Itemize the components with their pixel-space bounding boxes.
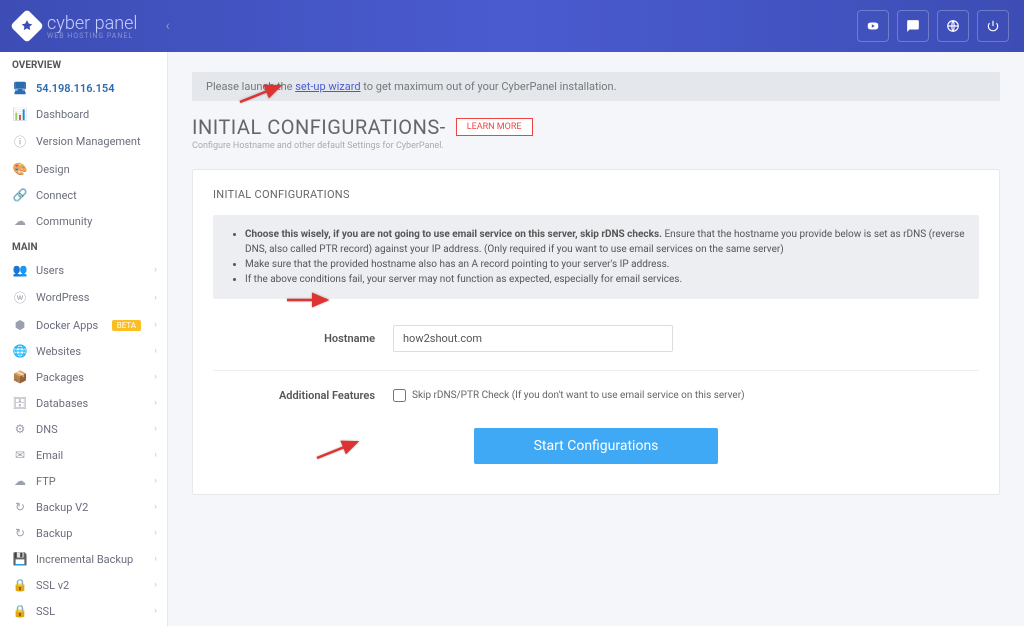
chevron-right-icon: › <box>154 265 157 275</box>
chevron-right-icon: › <box>154 476 157 486</box>
info-bullet: If the above conditions fail, your serve… <box>245 272 965 287</box>
main-content: Please launch the set-up wizard to get m… <box>168 52 1024 626</box>
chevron-right-icon: › <box>154 372 157 382</box>
chevron-right-icon: › <box>154 502 157 512</box>
page-header: INITIAL CONFIGURATIONS- LEARN MORE <box>192 115 1000 139</box>
info-bullet: Make sure that the provided hostname als… <box>245 257 965 272</box>
info-icon: ⓘ <box>12 133 28 150</box>
email-icon: ✉ <box>12 448 28 462</box>
palette-icon: 🎨 <box>12 162 28 176</box>
refresh-icon: ↻ <box>12 526 28 540</box>
logo-section: cyber panel WEB HOSTING PANEL ‹ <box>15 13 170 40</box>
features-row: Additional Features Skip rDNS/PTR Check … <box>213 389 979 402</box>
sidebar-item-email[interactable]: ✉Email› <box>0 442 167 468</box>
dns-icon: ⚙ <box>12 422 28 436</box>
cloud-icon: ☁ <box>12 214 28 228</box>
topbar-actions <box>857 10 1009 42</box>
card-title: INITIAL CONFIGURATIONS <box>213 188 979 201</box>
sidebar-item-users[interactable]: 👥Users› <box>0 257 167 283</box>
logo-icon <box>10 9 44 43</box>
save-icon: 💾 <box>12 552 28 566</box>
brand-name: cyber panel <box>47 13 137 34</box>
link-icon: 🔗 <box>12 188 28 202</box>
info-box: Choose this wisely, if you are not going… <box>213 215 979 299</box>
sidebar-collapse-icon[interactable]: ‹ <box>165 18 169 34</box>
sidebar-item-ssl[interactable]: 🔒SSL› <box>0 598 167 624</box>
beta-badge: BETA <box>112 320 141 331</box>
skip-rdns-checkbox[interactable] <box>393 389 406 402</box>
page-title: INITIAL CONFIGURATIONS- <box>192 115 446 139</box>
chevron-right-icon: › <box>154 398 157 408</box>
chevron-right-icon: › <box>154 554 157 564</box>
sidebar-item-docker[interactable]: ⬢Docker AppsBETA› <box>0 312 167 338</box>
sidebar-item-incremental[interactable]: 💾Incremental Backup› <box>0 546 167 572</box>
sidebar-item-backupv2[interactable]: ↻Backup V2› <box>0 494 167 520</box>
globe-icon: 🌐 <box>12 344 28 358</box>
chat-icon[interactable] <box>897 10 929 42</box>
globe-icon[interactable] <box>937 10 969 42</box>
wordpress-icon: ⓦ <box>12 289 28 306</box>
hostname-label: Hostname <box>213 332 393 345</box>
sidebar-item-community[interactable]: ☁Community <box>0 208 167 234</box>
lock-icon: 🔒 <box>12 578 28 592</box>
setup-wizard-link[interactable]: set-up wizard <box>295 80 360 93</box>
start-configurations-button[interactable]: Start Configurations <box>474 428 719 464</box>
sidebar-item-websites[interactable]: 🌐Websites› <box>0 338 167 364</box>
skip-rdns-checkbox-row[interactable]: Skip rDNS/PTR Check (If you don't want t… <box>393 389 745 402</box>
sidebar-item-backup[interactable]: ↻Backup› <box>0 520 167 546</box>
sidebar: OVERVIEW 🖥54.198.116.154 📊Dashboard ⓘVer… <box>0 52 168 626</box>
sidebar-item-databases[interactable]: 🗄Databases› <box>0 390 167 416</box>
database-icon: 🗄 <box>12 396 28 410</box>
divider <box>213 370 979 371</box>
brand-tagline: WEB HOSTING PANEL <box>47 32 137 40</box>
chevron-right-icon: › <box>154 320 157 330</box>
ftp-icon: ☁ <box>12 474 28 488</box>
chevron-right-icon: › <box>154 606 157 616</box>
section-overview: OVERVIEW <box>0 52 167 75</box>
config-card: INITIAL CONFIGURATIONS Choose this wisel… <box>192 169 1000 495</box>
features-label: Additional Features <box>213 389 393 402</box>
sidebar-item-dashboard[interactable]: 📊Dashboard <box>0 101 167 127</box>
hostname-row: Hostname <box>213 325 979 352</box>
notice-bar: Please launch the set-up wizard to get m… <box>192 72 1000 101</box>
lock-icon: 🔒 <box>12 604 28 618</box>
chevron-right-icon: › <box>154 424 157 434</box>
sidebar-item-sslv2[interactable]: 🔒SSL v2› <box>0 572 167 598</box>
youtube-icon[interactable] <box>857 10 889 42</box>
power-icon[interactable] <box>977 10 1009 42</box>
sidebar-item-connect[interactable]: 🔗Connect <box>0 182 167 208</box>
sidebar-item-design[interactable]: 🎨Design <box>0 156 167 182</box>
sidebar-item-wordpress[interactable]: ⓦWordPress› <box>0 283 167 312</box>
sidebar-item-ftp[interactable]: ☁FTP› <box>0 468 167 494</box>
dashboard-icon: 📊 <box>12 107 28 121</box>
learn-more-button[interactable]: LEARN MORE <box>456 118 533 136</box>
section-main: MAIN <box>0 234 167 257</box>
sidebar-item-ip[interactable]: 🖥54.198.116.154 <box>0 75 167 101</box>
info-bullet: Choose this wisely, if you are not going… <box>245 227 965 257</box>
refresh-icon: ↻ <box>12 500 28 514</box>
chevron-right-icon: › <box>154 293 157 303</box>
sidebar-item-packages[interactable]: 📦Packages› <box>0 364 167 390</box>
chevron-right-icon: › <box>154 580 157 590</box>
docker-icon: ⬢ <box>12 318 28 332</box>
monitor-icon: 🖥 <box>12 81 28 95</box>
package-icon: 📦 <box>12 370 28 384</box>
users-icon: 👥 <box>12 263 28 277</box>
hostname-input[interactable] <box>393 325 673 352</box>
chevron-right-icon: › <box>154 346 157 356</box>
chevron-right-icon: › <box>154 528 157 538</box>
sidebar-item-dns[interactable]: ⚙DNS› <box>0 416 167 442</box>
page-subtitle: Configure Hostname and other default Set… <box>192 141 1000 151</box>
chevron-right-icon: › <box>154 450 157 460</box>
sidebar-item-version[interactable]: ⓘVersion Management <box>0 127 167 156</box>
topbar: cyber panel WEB HOSTING PANEL ‹ <box>0 0 1024 52</box>
